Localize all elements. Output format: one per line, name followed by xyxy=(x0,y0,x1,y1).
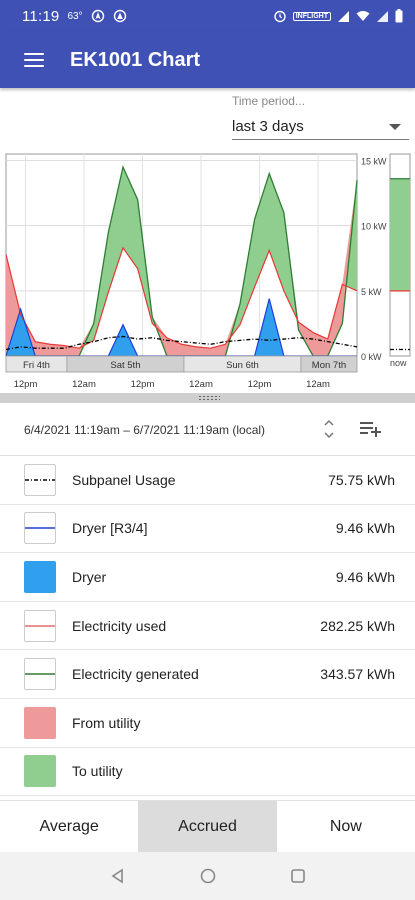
legend-swatch xyxy=(24,755,56,788)
playlist-add-icon[interactable] xyxy=(360,420,382,438)
legend-label: Electricity generated xyxy=(72,666,199,683)
legend-row[interactable]: Electricity generated 343.57 kWh xyxy=(0,650,415,699)
app-title: EK1001 Chart xyxy=(70,48,201,71)
signal-icon xyxy=(338,10,349,22)
y-tick-label: 5 kW xyxy=(361,287,382,297)
legend-label: Dryer xyxy=(72,568,107,585)
back-icon[interactable] xyxy=(109,867,127,885)
day-label: Sun 6th xyxy=(226,360,259,371)
y-tick-label: 10 kW xyxy=(361,222,387,232)
y-tick-label: 15 kW xyxy=(361,157,387,167)
day-label: Sat 5th xyxy=(110,360,140,371)
date-range-row: 6/4/2021 11:19am – 6/7/2021 11:19am (loc… xyxy=(0,404,415,456)
day-label: Fri 4th xyxy=(23,360,50,371)
tab-now[interactable]: Now xyxy=(276,801,415,852)
legend-swatch xyxy=(24,463,56,496)
x-tick-label: 12pm xyxy=(14,379,38,390)
x-tick-label: 12am xyxy=(189,379,213,390)
legend-row[interactable]: Dryer [R3/4] 9.46 kWh xyxy=(0,505,415,554)
hamburger-menu-icon[interactable] xyxy=(24,52,46,68)
alarm-icon xyxy=(274,10,286,23)
expand-collapse-icon[interactable] xyxy=(322,416,336,442)
signal-strength-icon xyxy=(377,10,388,22)
legend-label: From utility xyxy=(72,714,141,731)
chart-resize-handle[interactable] xyxy=(0,393,415,403)
inflight-badge: INFLIGHT xyxy=(292,11,331,21)
day-label: Mon 7th xyxy=(312,360,346,371)
home-icon[interactable] xyxy=(199,867,217,885)
legend-label: To utility xyxy=(72,763,123,780)
legend-swatch xyxy=(24,658,56,691)
legend-label: Electricity used xyxy=(72,617,167,634)
legend-value: 343.57 kWh xyxy=(320,666,395,683)
legend-label: Subpanel Usage xyxy=(72,471,176,488)
app-bar: EK1001 Chart xyxy=(0,32,415,88)
dropdown-underline xyxy=(232,139,409,140)
legend-swatch xyxy=(24,512,56,545)
legend-swatch xyxy=(24,706,56,739)
x-tick-label: 12pm xyxy=(131,379,155,390)
wifi-icon xyxy=(356,11,370,21)
legend-row[interactable]: From utility xyxy=(0,699,415,748)
legend-value: 9.46 kWh xyxy=(335,520,395,537)
recents-icon[interactable] xyxy=(289,867,307,885)
legend-label: Dryer [R3/4] xyxy=(72,520,148,537)
dropdown-caret-icon xyxy=(389,124,401,130)
time-period-dropdown[interactable]: Time period... last 3 days xyxy=(232,94,409,146)
x-tick-label: 12pm xyxy=(248,379,272,390)
status-time: 11:19 xyxy=(22,7,60,25)
location-icon xyxy=(91,9,104,23)
chart-svg[interactable]: 0 kW 5 kW 10 kW 15 kW now Fri 4th Sat 5th Sun 6… xyxy=(0,150,415,395)
legend-swatch xyxy=(24,560,56,593)
legend-list: Subpanel Usage 75.75 kWh Dryer [R3/4] 9.46 … xyxy=(0,456,415,797)
y-tick-label: 0 kW xyxy=(361,352,382,362)
legend-row[interactable]: To utility xyxy=(0,748,415,797)
legend-row[interactable]: Subpanel Usage 75.75 kWh xyxy=(0,456,415,505)
time-period-label: Time period... xyxy=(232,94,305,108)
legend-row[interactable]: Dryer 9.46 kWh xyxy=(0,553,415,602)
legend-value: 9.46 kWh xyxy=(335,568,395,585)
x-tick-label: 12am xyxy=(306,379,330,390)
legend-swatch xyxy=(24,609,56,642)
date-range-text: 6/4/2021 11:19am – 6/7/2021 11:19am (loc… xyxy=(24,422,266,437)
legend-value: 282.25 kWh xyxy=(320,617,395,634)
legend-row[interactable]: Electricity used 282.25 kWh xyxy=(0,602,415,651)
status-temperature: 63° xyxy=(67,10,83,22)
now-bar-to-utility xyxy=(390,178,410,291)
grip-icon xyxy=(198,395,220,401)
status-bar: 11:19 63° INFLIGHT xyxy=(0,0,415,32)
tab-average[interactable]: Average xyxy=(0,801,139,852)
system-nav-bar xyxy=(0,852,415,900)
time-period-value: last 3 days xyxy=(232,118,304,135)
nav-arrow-icon xyxy=(113,9,126,23)
x-tick-label: 12am xyxy=(72,379,96,390)
energy-chart[interactable]: 0 kW 5 kW 10 kW 15 kW now Fri 4th Sat 5th Sun 6… xyxy=(0,150,415,395)
legend-value: 75.75 kWh xyxy=(328,471,395,488)
battery-icon xyxy=(395,9,403,23)
tab-accrued[interactable]: Accrued xyxy=(138,801,277,852)
now-label: now xyxy=(390,358,407,368)
mode-tabs: Average Accrued Now xyxy=(0,800,415,852)
